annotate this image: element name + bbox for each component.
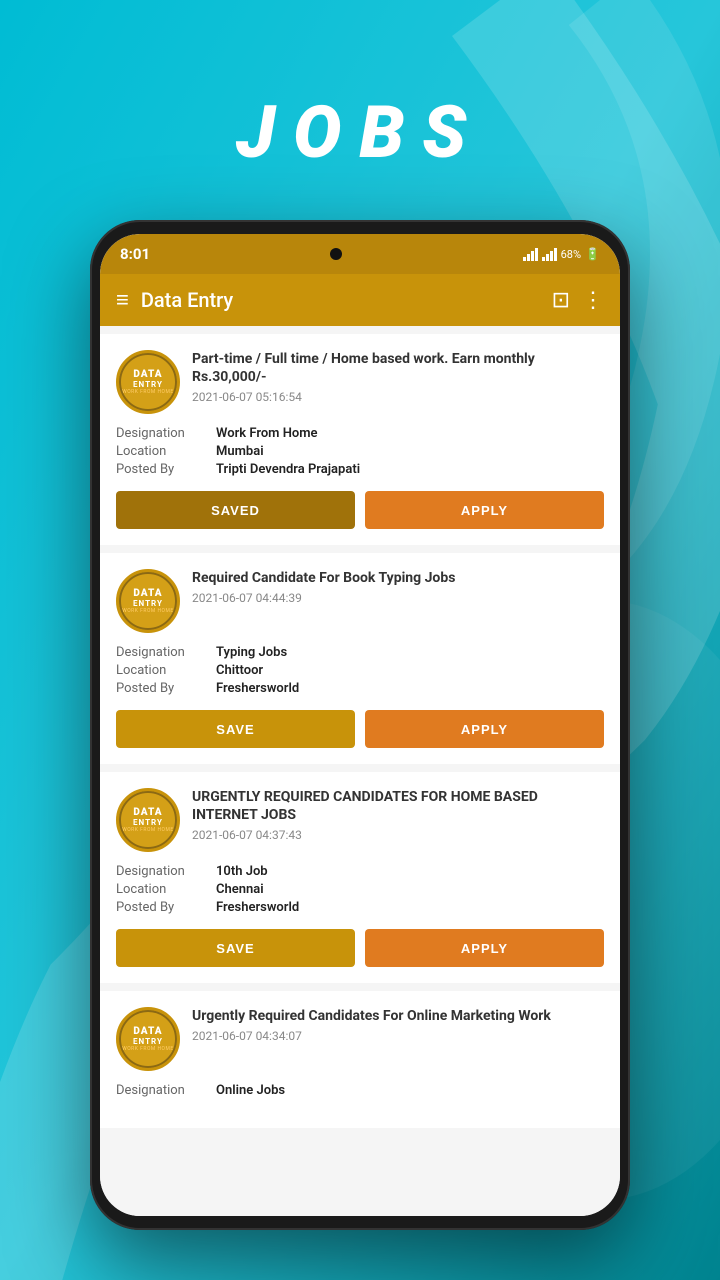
status-icons: 68% 🔋 [523, 247, 600, 261]
job-details: Designation Work From Home Location Mumb… [116, 426, 604, 477]
logo-text-entry: ENTRY [133, 380, 163, 389]
detail-row: Designation Work From Home [116, 426, 604, 441]
app-bar: ≡ Data Entry ⊡ ⋮ [100, 274, 620, 326]
phone-frame: 8:01 68% 🔋 ≡ [90, 220, 630, 1230]
save-button[interactable]: SAVE [116, 929, 355, 967]
company-logo: DATA ENTRY WORK FROM HOME [116, 569, 180, 633]
job-date: 2021-06-07 04:37:43 [192, 828, 604, 842]
detail-row: Posted By Tripti Devendra Prajapati [116, 462, 604, 477]
job-header: DATA ENTRY WORK FROM HOME Part-time / Fu… [116, 350, 604, 414]
phone-screen: 8:01 68% 🔋 ≡ [100, 234, 620, 1216]
apply-button[interactable]: APPLY [365, 929, 604, 967]
designation-label: Designation [116, 864, 216, 879]
company-logo: DATA ENTRY WORK FROM HOME [116, 788, 180, 852]
job-card: DATA ENTRY WORK FROM HOME Part-time / Fu… [100, 334, 620, 545]
job-title-section: Part-time / Full time / Home based work.… [192, 350, 604, 414]
logo-text-entry: ENTRY [133, 599, 163, 608]
detail-row: Location Chittoor [116, 663, 604, 678]
location-label: Location [116, 663, 216, 678]
more-options-icon[interactable]: ⋮ [582, 288, 604, 313]
logo-text-sub: WORK FROM HOME [122, 1046, 173, 1052]
job-title: Required Candidate For Book Typing Jobs [192, 569, 604, 587]
battery-icon: 🔋 [585, 247, 600, 261]
jobs-list: DATA ENTRY WORK FROM HOME Part-time / Fu… [100, 326, 620, 1216]
job-actions: SAVE APPLY [116, 710, 604, 748]
location-value: Mumbai [216, 444, 264, 459]
apply-button[interactable]: APPLY [365, 491, 604, 529]
posted-by-label: Posted By [116, 462, 216, 477]
logo-text-sub: WORK FROM HOME [122, 608, 173, 614]
front-camera [330, 248, 342, 260]
location-value: Chittoor [216, 663, 263, 678]
posted-by-label: Posted By [116, 681, 216, 696]
signal-icon-2 [542, 248, 557, 261]
designation-label: Designation [116, 426, 216, 441]
logo-text-data: DATA [133, 1026, 162, 1037]
job-title-section: Required Candidate For Book Typing Jobs … [192, 569, 604, 633]
designation-label: Designation [116, 645, 216, 660]
signal-icon [523, 248, 538, 261]
job-header: DATA ENTRY WORK FROM HOME URGENTLY REQUI… [116, 788, 604, 852]
designation-value: 10th Job [216, 864, 268, 879]
job-title: URGENTLY REQUIRED CANDIDATES FOR HOME BA… [192, 788, 604, 824]
location-label: Location [116, 882, 216, 897]
status-time: 8:01 [120, 245, 150, 263]
job-header: DATA ENTRY WORK FROM HOME Urgently Requi… [116, 1007, 604, 1071]
logo-text-data: DATA [133, 369, 162, 380]
job-card: DATA ENTRY WORK FROM HOME Required Candi… [100, 553, 620, 764]
job-details: Designation Online Jobs [116, 1083, 604, 1098]
designation-label: Designation [116, 1083, 216, 1098]
job-details: Designation Typing Jobs Location Chittoo… [116, 645, 604, 696]
location-value: Chennai [216, 882, 264, 897]
job-details: Designation 10th Job Location Chennai Po… [116, 864, 604, 915]
detail-row: Posted By Freshersworld [116, 900, 604, 915]
logo-text-sub: WORK FROM HOME [122, 827, 173, 833]
job-title-section: Urgently Required Candidates For Online … [192, 1007, 604, 1071]
battery-indicator: 68% [561, 248, 581, 261]
job-card: DATA ENTRY WORK FROM HOME Urgently Requi… [100, 991, 620, 1128]
job-date: 2021-06-07 04:34:07 [192, 1029, 604, 1043]
menu-icon[interactable]: ≡ [116, 287, 129, 313]
posted-by-value: Tripti Devendra Prajapati [216, 462, 360, 477]
monitor-icon[interactable]: ⊡ [552, 288, 570, 313]
designation-value: Online Jobs [216, 1083, 285, 1098]
apply-button[interactable]: APPLY [365, 710, 604, 748]
job-header: DATA ENTRY WORK FROM HOME Required Candi… [116, 569, 604, 633]
designation-value: Typing Jobs [216, 645, 287, 660]
company-logo: DATA ENTRY WORK FROM HOME [116, 350, 180, 414]
save-button[interactable]: SAVE [116, 710, 355, 748]
detail-row: Posted By Freshersworld [116, 681, 604, 696]
logo-text-sub: WORK FROM HOME [122, 389, 173, 395]
posted-by-value: Freshersworld [216, 681, 299, 696]
job-actions: SAVE APPLY [116, 929, 604, 967]
app-title: JOBS [0, 90, 720, 175]
detail-row: Designation Typing Jobs [116, 645, 604, 660]
app-bar-title: Data Entry [141, 288, 540, 312]
detail-row: Location Mumbai [116, 444, 604, 459]
location-label: Location [116, 444, 216, 459]
detail-row: Designation 10th Job [116, 864, 604, 879]
designation-value: Work From Home [216, 426, 318, 441]
detail-row: Location Chennai [116, 882, 604, 897]
save-button[interactable]: SAVED [116, 491, 355, 529]
job-title-section: URGENTLY REQUIRED CANDIDATES FOR HOME BA… [192, 788, 604, 852]
job-date: 2021-06-07 04:44:39 [192, 591, 604, 605]
job-title: Part-time / Full time / Home based work.… [192, 350, 604, 386]
posted-by-value: Freshersworld [216, 900, 299, 915]
job-actions: SAVED APPLY [116, 491, 604, 529]
detail-row: Designation Online Jobs [116, 1083, 604, 1098]
logo-text-entry: ENTRY [133, 1037, 163, 1046]
status-bar: 8:01 68% 🔋 [100, 234, 620, 274]
logo-text-data: DATA [133, 807, 162, 818]
job-card: DATA ENTRY WORK FROM HOME URGENTLY REQUI… [100, 772, 620, 983]
logo-text-entry: ENTRY [133, 818, 163, 827]
logo-text-data: DATA [133, 588, 162, 599]
posted-by-label: Posted By [116, 900, 216, 915]
company-logo: DATA ENTRY WORK FROM HOME [116, 1007, 180, 1071]
job-title: Urgently Required Candidates For Online … [192, 1007, 604, 1025]
job-date: 2021-06-07 05:16:54 [192, 390, 604, 404]
